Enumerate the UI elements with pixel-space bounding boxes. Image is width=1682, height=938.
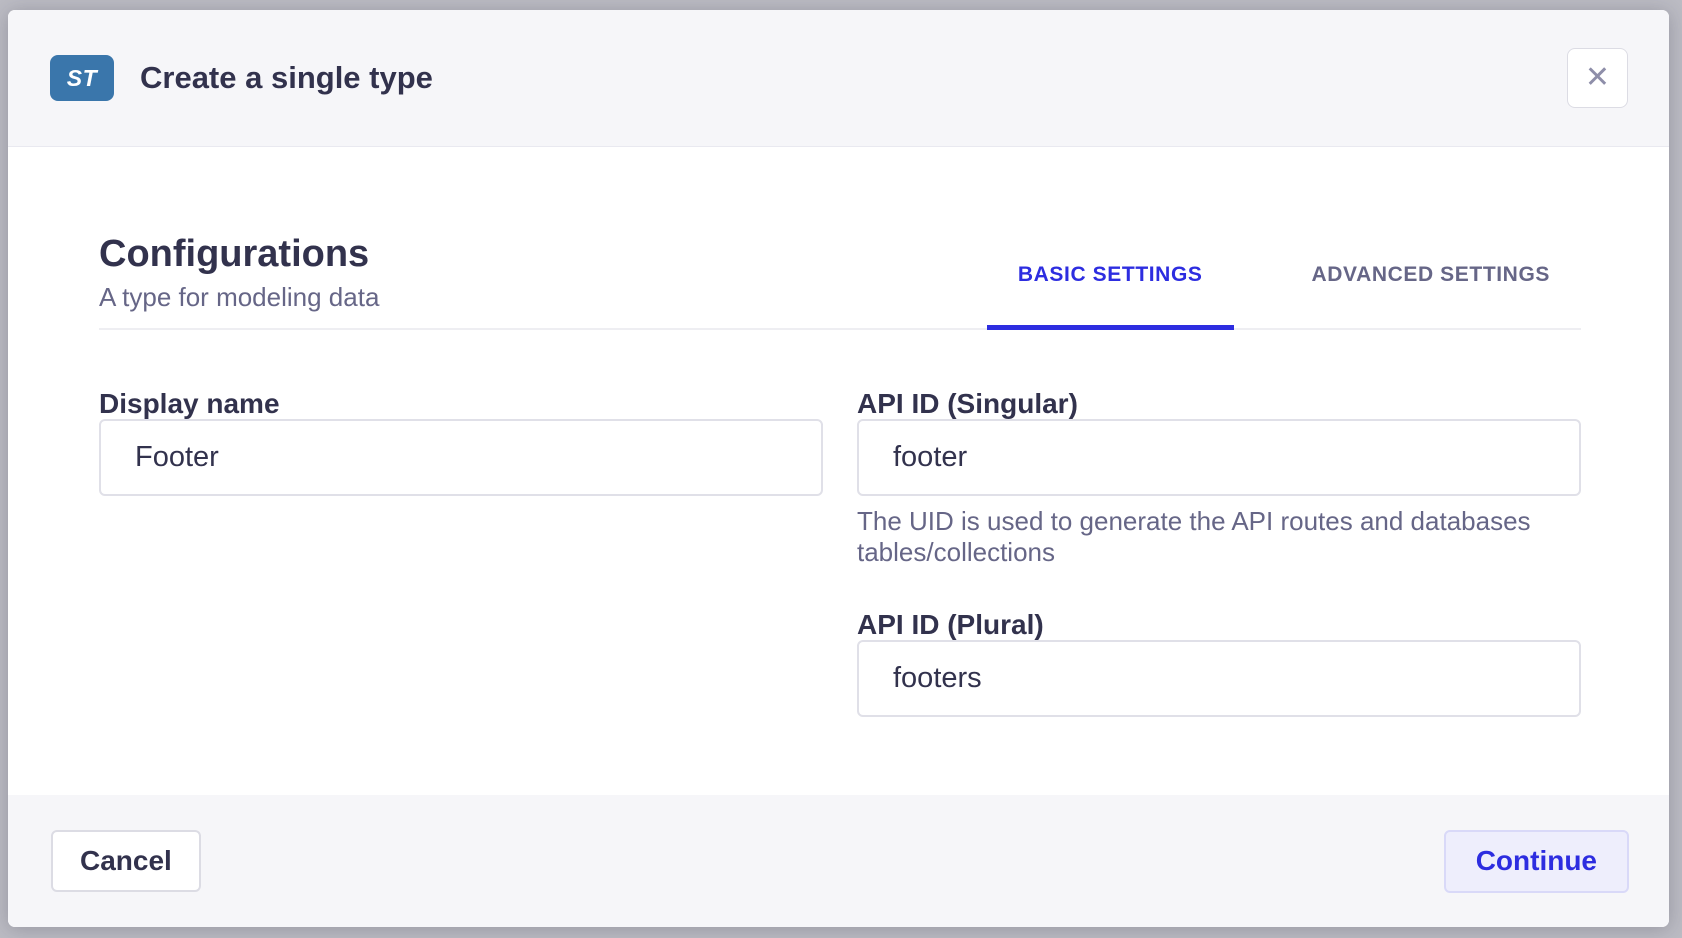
modal-body: Configurations A type for modeling data … xyxy=(8,147,1669,795)
api-id-singular-hint: The UID is used to generate the API rout… xyxy=(857,506,1581,568)
tab-basic-settings[interactable]: BASIC SETTINGS xyxy=(987,263,1234,328)
section-header: Configurations A type for modeling data … xyxy=(99,147,1581,330)
api-id-plural-input[interactable] xyxy=(857,640,1581,717)
section-header-text: Configurations A type for modeling data xyxy=(99,147,379,328)
api-id-singular-input[interactable] xyxy=(857,419,1581,496)
api-id-singular-field: API ID (Singular) The UID is used to gen… xyxy=(857,389,1581,568)
configuration-form: Display name API ID (Singular) The UID i… xyxy=(99,389,1581,717)
modal-header: ST Create a single type ✕ xyxy=(8,10,1669,147)
single-type-icon: ST xyxy=(50,55,114,101)
page-subtitle: A type for modeling data xyxy=(99,281,379,313)
cancel-button[interactable]: Cancel xyxy=(51,830,201,892)
api-id-singular-label: API ID (Singular) xyxy=(857,389,1581,419)
create-single-type-modal: ST Create a single type ✕ Configurations… xyxy=(8,10,1669,927)
display-name-input[interactable] xyxy=(99,419,823,496)
page-title: Configurations xyxy=(99,231,379,277)
form-right-column: API ID (Singular) The UID is used to gen… xyxy=(857,389,1581,717)
settings-tabs: BASIC SETTINGS ADVANCED SETTINGS xyxy=(987,263,1581,328)
modal-backdrop: ST Create a single type ✕ Configurations… xyxy=(0,0,1682,938)
modal-footer: Cancel Continue xyxy=(8,795,1669,927)
close-button[interactable]: ✕ xyxy=(1567,48,1628,108)
continue-button[interactable]: Continue xyxy=(1444,830,1629,893)
api-id-plural-label: API ID (Plural) xyxy=(857,610,1581,640)
tab-advanced-settings[interactable]: ADVANCED SETTINGS xyxy=(1281,263,1582,328)
display-name-field: Display name xyxy=(99,389,823,496)
form-left-column: Display name xyxy=(99,389,823,717)
api-id-plural-field: API ID (Plural) xyxy=(857,610,1581,717)
close-icon: ✕ xyxy=(1585,63,1610,93)
modal-title: Create a single type xyxy=(140,60,433,96)
display-name-label: Display name xyxy=(99,389,823,419)
